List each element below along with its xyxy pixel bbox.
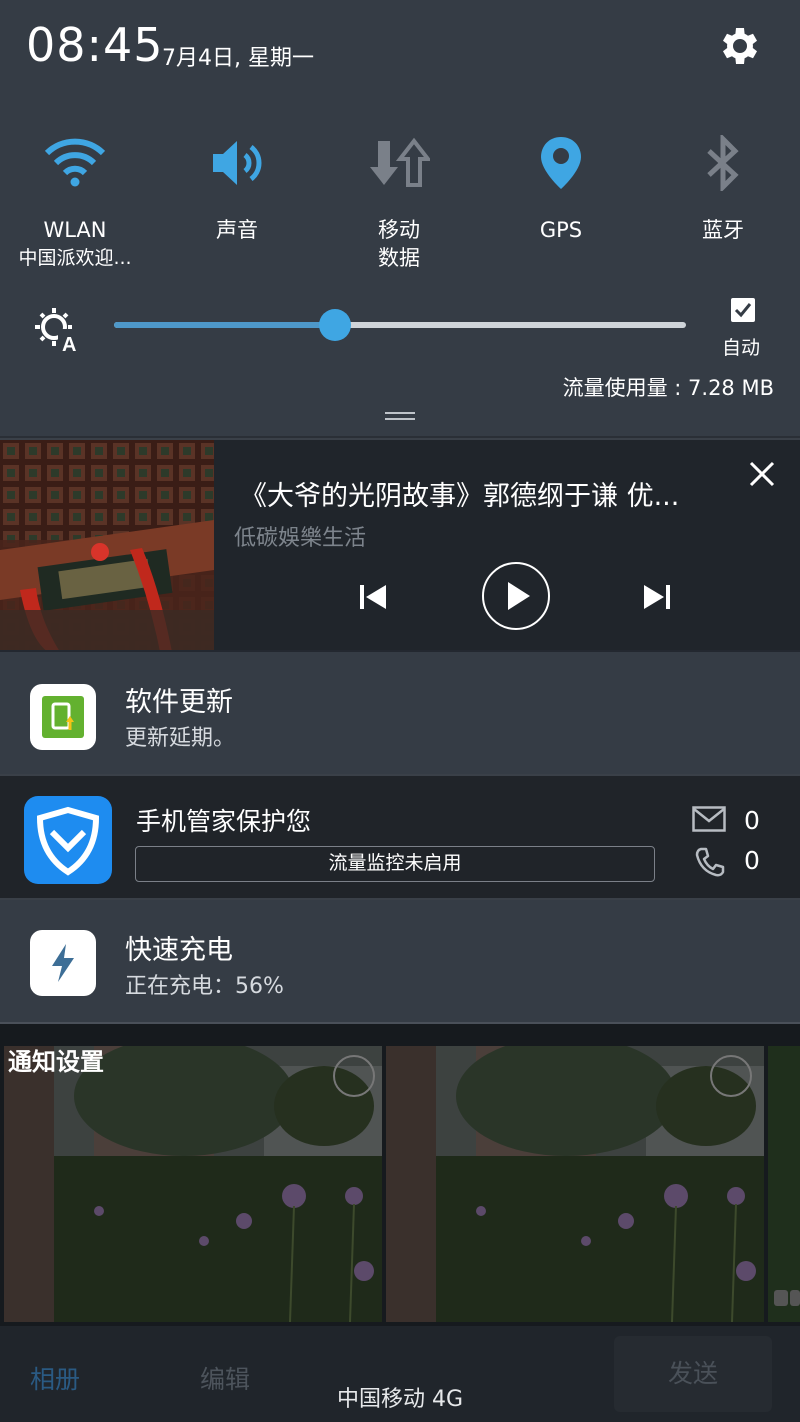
notification-text: 更新延期。 bbox=[125, 726, 236, 751]
brightness-fill bbox=[114, 322, 335, 328]
bottom-bar: 相册 编辑 发送 中国移动 4G bbox=[0, 1326, 800, 1422]
update-app-icon bbox=[30, 684, 96, 750]
tile-label: WLAN bbox=[43, 218, 107, 242]
phone-icon bbox=[695, 847, 725, 877]
svg-text:A: A bbox=[62, 334, 76, 353]
brightness-knob[interactable] bbox=[318, 309, 351, 341]
tile-sound[interactable]: 声音 bbox=[162, 128, 312, 244]
tile-label: 声音 bbox=[216, 218, 258, 242]
clock: 08:45 bbox=[26, 18, 164, 72]
notification-phone-guard[interactable]: 手机管家保护您 流量监控未启用 0 0 bbox=[0, 774, 800, 898]
media-title: 《大爷的光阴故事》郭德纲于谦 优... bbox=[240, 481, 680, 512]
gear-icon[interactable] bbox=[716, 22, 764, 70]
location-icon bbox=[541, 137, 581, 189]
tile-sublabel: 数据 bbox=[378, 246, 420, 270]
charge-app-icon bbox=[30, 930, 96, 996]
shield-icon bbox=[36, 806, 100, 876]
update-icon bbox=[42, 696, 84, 738]
tile-label: GPS bbox=[539, 218, 583, 242]
tile-label: 移动 bbox=[378, 218, 420, 242]
background-gallery: 通知设置 bbox=[0, 1024, 800, 1326]
photo-thumbnail[interactable] bbox=[4, 1046, 382, 1322]
traffic-monitor-bar[interactable]: 流量监控未启用 bbox=[135, 846, 655, 882]
media-notification[interactable]: 《大爷的光阴故事》郭德纲于谦 优... 低碳娛樂生活 bbox=[0, 438, 800, 652]
notification-title: 手机管家保护您 bbox=[136, 807, 312, 836]
tile-bluetooth[interactable]: 蓝牙 bbox=[648, 128, 798, 244]
mail-icon bbox=[692, 806, 726, 832]
auto-brightness-label: 自动 bbox=[722, 337, 761, 359]
play-button[interactable] bbox=[482, 562, 550, 630]
auto-brightness-checkbox[interactable] bbox=[730, 297, 756, 323]
previous-track-icon[interactable] bbox=[356, 580, 390, 614]
volume-icon bbox=[213, 141, 262, 185]
play-icon bbox=[508, 582, 530, 610]
album-art bbox=[0, 440, 214, 652]
media-artist: 低碳娛樂生活 bbox=[234, 526, 367, 551]
notification-title: 快速充电 bbox=[125, 935, 233, 966]
carrier-label: 中国移动 4G bbox=[336, 1387, 464, 1412]
notification-fast-charge[interactable]: 快速充电 正在充电：56% bbox=[0, 898, 800, 1024]
date-label: 7月4日, 星期一 bbox=[162, 46, 314, 71]
auto-brightness-icon: A bbox=[35, 308, 82, 353]
quick-settings-panel: 08:45 7月4日, 星期一 WLAN 中国派欢迎... 声音 移动 数据 G… bbox=[0, 0, 800, 436]
guard-app-icon bbox=[24, 796, 112, 884]
tile-sublabel: 中国派欢迎... bbox=[18, 247, 132, 269]
photo-thumbnail[interactable] bbox=[768, 1046, 800, 1322]
tile-mobile-data[interactable]: 移动 数据 bbox=[324, 128, 474, 272]
wifi-icon bbox=[44, 138, 106, 187]
brightness-slider[interactable] bbox=[114, 309, 686, 341]
tile-gps[interactable]: GPS bbox=[486, 128, 636, 244]
notification-software-update[interactable]: 软件更新 更新延期。 bbox=[0, 650, 800, 774]
notification-text: 正在充电：56% bbox=[125, 974, 284, 999]
bluetooth-icon bbox=[707, 135, 739, 191]
photo-thumbnail[interactable] bbox=[386, 1046, 764, 1322]
mobile-data-icon bbox=[370, 137, 430, 187]
call-count: 0 bbox=[744, 846, 760, 875]
notification-title: 软件更新 bbox=[125, 687, 233, 718]
tile-wlan[interactable]: WLAN 中国派欢迎... bbox=[0, 128, 150, 272]
drag-handle[interactable] bbox=[385, 412, 415, 420]
tile-label: 蓝牙 bbox=[702, 218, 744, 242]
data-usage-label: 流量使用量 : 7.28 MB bbox=[562, 376, 774, 400]
lightning-icon bbox=[52, 944, 74, 982]
next-track-icon[interactable] bbox=[640, 580, 674, 614]
notification-settings-label[interactable]: 通知设置 bbox=[8, 1042, 104, 1077]
mail-count: 0 bbox=[744, 806, 760, 835]
close-icon[interactable] bbox=[748, 460, 776, 488]
